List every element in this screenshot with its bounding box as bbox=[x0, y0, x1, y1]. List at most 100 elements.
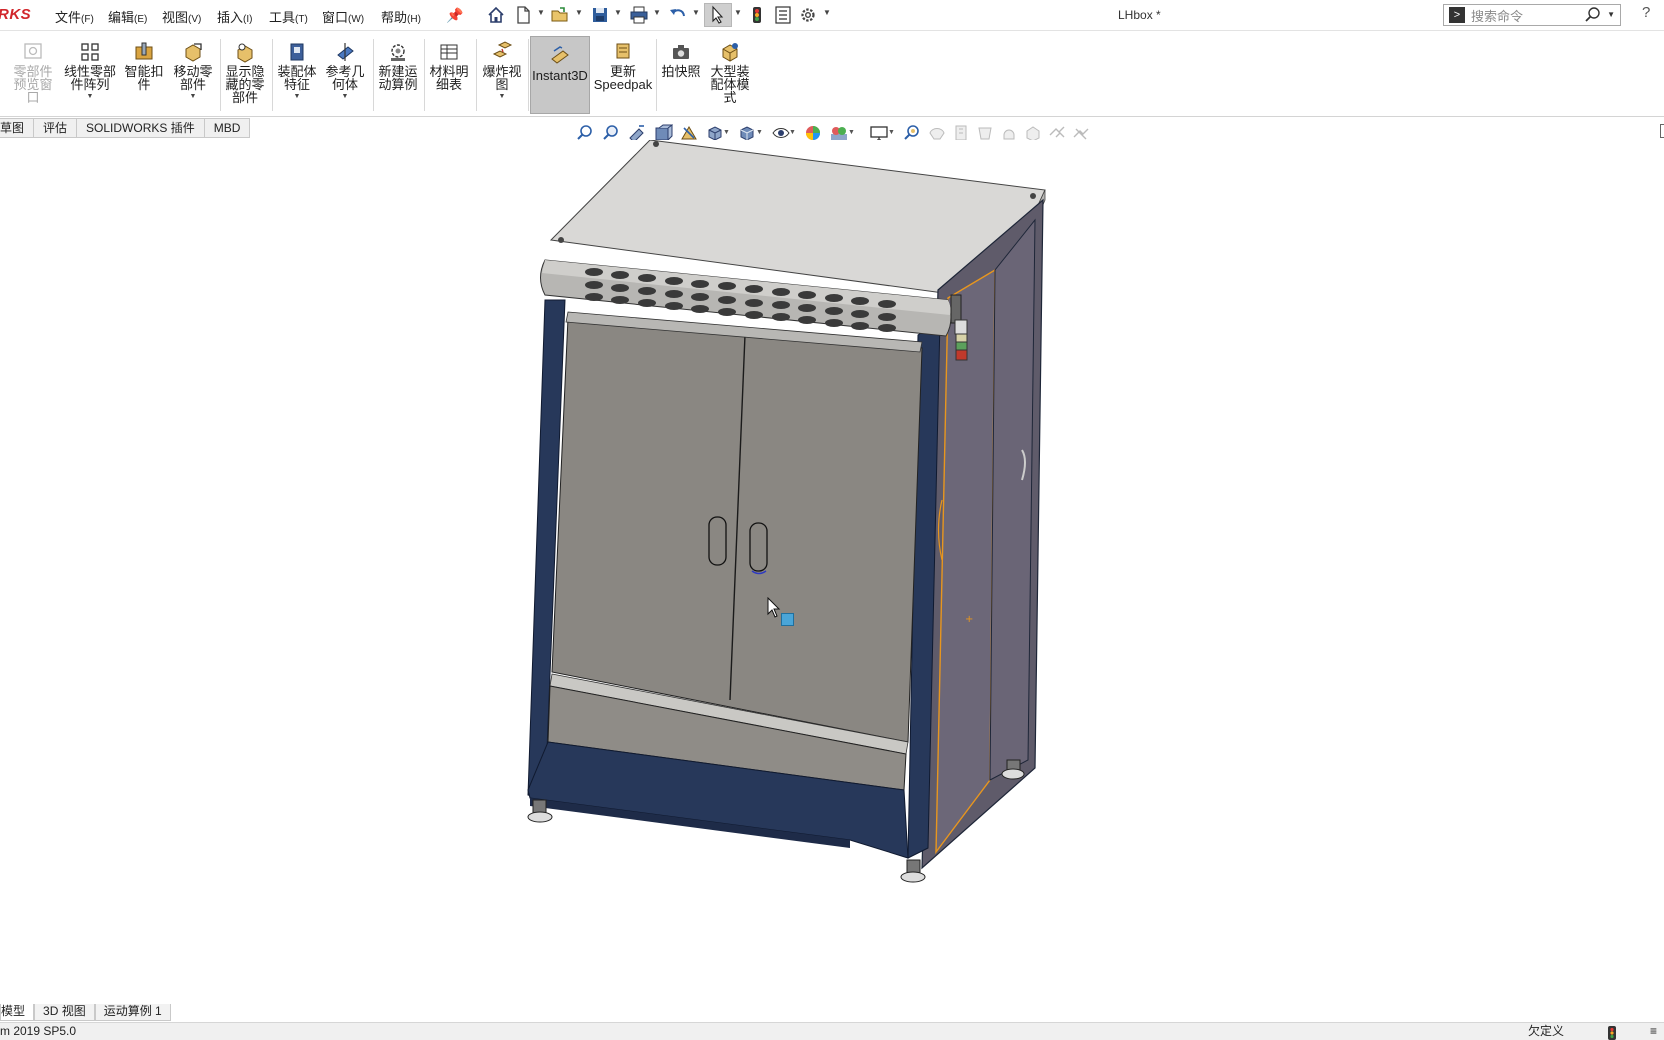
menu-edit[interactable]: 编辑(E) bbox=[108, 7, 147, 26]
linear-component-pattern-button[interactable]: 线性零部 件阵列 ▼ bbox=[62, 33, 118, 100]
document-title: LHbox * bbox=[1118, 8, 1161, 22]
linear-pattern-icon bbox=[81, 43, 99, 61]
snapshot-icon bbox=[673, 45, 689, 59]
component-preview-icon bbox=[24, 43, 42, 59]
svg-text:+: + bbox=[965, 614, 973, 625]
assembly-features-icon bbox=[290, 43, 304, 61]
command-search-type-icon[interactable]: > bbox=[1449, 7, 1465, 23]
instant3d-icon bbox=[551, 46, 569, 64]
reference-geometry-button[interactable]: 参考几 何体 ▼ bbox=[322, 33, 368, 100]
graphics-area[interactable]: + bbox=[0, 140, 1664, 1005]
display-style-dropdown-icon[interactable]: ▼ bbox=[756, 129, 763, 136]
hide-show-dropdown-icon[interactable]: ▼ bbox=[789, 129, 796, 136]
undo-icon[interactable] bbox=[667, 5, 689, 25]
speedpak-icon bbox=[616, 43, 630, 59]
ribbon-separator bbox=[476, 39, 477, 111]
status-bar: m 2019 SP5.0 欠定义 ≡ bbox=[0, 1022, 1664, 1040]
new-document-icon[interactable] bbox=[512, 5, 534, 25]
menu-help[interactable]: 帮助(H) bbox=[381, 7, 421, 26]
move-component-dropdown-icon[interactable]: ▼ bbox=[190, 93, 197, 100]
exploded-view-button[interactable]: 爆炸视 图 ▼ bbox=[478, 33, 526, 100]
selection-cursor-indicator bbox=[781, 613, 794, 626]
options-gear-icon[interactable] bbox=[797, 5, 819, 25]
bottom-tabs: 模型 3D 视图 运动算例 1 bbox=[0, 1004, 171, 1022]
component-preview-window-button[interactable]: 零部件 预览窗 口 bbox=[8, 33, 58, 104]
tab-evaluate[interactable]: 评估 bbox=[34, 118, 78, 138]
view-orientation-dropdown-icon[interactable]: ▼ bbox=[723, 129, 730, 136]
instant3d-button[interactable]: Instant3D bbox=[530, 36, 590, 114]
command-manager-ribbon: 零部件 预览窗 口 线性零部 件阵列 ▼ 智能扣 件 移动零 部件 ▼ 显示隐 … bbox=[0, 31, 1664, 117]
version-label: m 2019 SP5.0 bbox=[0, 1024, 77, 1038]
menu-bar: RKS 文件(F) 编辑(E) 视图(V) 插入(I) 工具(T) 窗口(W) … bbox=[0, 0, 1664, 31]
tab-solidworks-addins[interactable]: SOLIDWORKS 插件 bbox=[77, 118, 205, 138]
select-arrow-icon[interactable] bbox=[706, 5, 728, 25]
print-dropdown-icon[interactable]: ▼ bbox=[653, 8, 661, 17]
home-icon[interactable] bbox=[485, 5, 507, 25]
assembly-features-button[interactable]: 装配体 特征 ▼ bbox=[274, 33, 320, 100]
exploded-view-dropdown-icon[interactable]: ▼ bbox=[499, 93, 506, 100]
menu-window[interactable]: 窗口(W) bbox=[322, 7, 364, 26]
ribbon-separator bbox=[373, 39, 374, 111]
large-assembly-icon bbox=[722, 43, 738, 62]
smart-fasteners-button[interactable]: 智能扣 件 bbox=[122, 33, 166, 91]
right-door-handle bbox=[749, 522, 768, 572]
show-hidden-icon bbox=[237, 43, 253, 63]
rebuild-traffic-light-icon[interactable] bbox=[746, 5, 768, 25]
tab-3d-views[interactable]: 3D 视图 bbox=[34, 1004, 95, 1021]
tab-mbd[interactable]: MBD bbox=[204, 118, 251, 138]
assembly-features-dropdown-icon[interactable]: ▼ bbox=[294, 93, 301, 100]
search-dropdown-icon[interactable]: ▼ bbox=[1607, 10, 1615, 19]
exploded-view-icon bbox=[492, 41, 513, 58]
ribbon-separator bbox=[528, 39, 529, 111]
new-motion-study-button[interactable]: 新建运 动算例 bbox=[375, 33, 421, 91]
bill-of-materials-button[interactable]: 材料明 细表 bbox=[426, 33, 472, 91]
motion-study-icon bbox=[391, 44, 405, 61]
pin-icon[interactable]: 📌 bbox=[446, 7, 463, 24]
ribbon-separator bbox=[220, 39, 221, 111]
help-question-icon[interactable]: ? bbox=[1642, 4, 1650, 21]
reference-geometry-icon bbox=[337, 43, 354, 61]
menu-file[interactable]: 文件(F) bbox=[55, 7, 94, 26]
smart-fasteners-icon bbox=[135, 42, 153, 60]
ribbon-separator bbox=[272, 39, 273, 111]
search-commands-box[interactable]: > 搜索命令 ▼ bbox=[1443, 4, 1621, 26]
save-icon[interactable] bbox=[589, 5, 611, 25]
undo-dropdown-icon[interactable]: ▼ bbox=[692, 8, 700, 17]
print-icon[interactable] bbox=[628, 5, 650, 25]
move-component-button[interactable]: 移动零 部件 ▼ bbox=[170, 33, 216, 100]
ribbon-separator bbox=[424, 39, 425, 111]
linear-pattern-dropdown-icon[interactable]: ▼ bbox=[87, 93, 94, 100]
tab-motion-study-1[interactable]: 运动算例 1 bbox=[94, 1004, 171, 1021]
move-component-icon bbox=[185, 43, 202, 62]
menu-view[interactable]: 视图(V) bbox=[162, 7, 201, 26]
search-icon[interactable] bbox=[1584, 6, 1602, 27]
update-speedpak-button[interactable]: 更新 Speedpak bbox=[594, 33, 652, 91]
task-pane-toggle[interactable] bbox=[1660, 124, 1664, 138]
open-icon[interactable] bbox=[549, 5, 571, 25]
bom-icon bbox=[440, 44, 458, 60]
apply-scene-dropdown-icon[interactable]: ▼ bbox=[848, 129, 855, 136]
units-menu-icon[interactable]: ≡ bbox=[1650, 1023, 1657, 1040]
large-assembly-mode-button[interactable]: 大型装 配体模 式 bbox=[706, 33, 754, 104]
menu-insert[interactable]: 插入(I) bbox=[217, 7, 252, 26]
menu-tools[interactable]: 工具(T) bbox=[269, 7, 308, 26]
save-dropdown-icon[interactable]: ▼ bbox=[614, 8, 622, 17]
tab-sketch[interactable]: 草图 bbox=[0, 118, 35, 138]
file-properties-icon[interactable] bbox=[772, 5, 794, 25]
view-settings-dropdown-icon[interactable]: ▼ bbox=[888, 129, 895, 136]
definition-status: 欠定义 bbox=[1528, 1024, 1565, 1038]
show-hidden-components-button[interactable]: 显示隐 藏的零 部件 bbox=[222, 33, 268, 104]
select-dropdown-icon[interactable]: ▼ bbox=[734, 8, 742, 17]
rebuild-status-icon[interactable] bbox=[1607, 1026, 1617, 1040]
tab-model[interactable]: 模型 bbox=[0, 1004, 35, 1021]
reference-geometry-dropdown-icon[interactable]: ▼ bbox=[342, 93, 349, 100]
search-input[interactable]: 搜索命令 bbox=[1471, 6, 1523, 25]
ribbon-separator bbox=[656, 39, 657, 111]
cabinet-3d-model[interactable]: + bbox=[0, 140, 1664, 1005]
app-logo[interactable]: RKS bbox=[0, 6, 31, 23]
take-snapshot-button[interactable]: 拍快照 bbox=[658, 33, 704, 78]
options-dropdown-icon[interactable]: ▼ bbox=[823, 8, 831, 17]
new-dropdown-icon[interactable]: ▼ bbox=[537, 8, 545, 17]
command-manager-tabs: 草图 评估 SOLIDWORKS 插件 MBD bbox=[0, 118, 251, 138]
open-dropdown-icon[interactable]: ▼ bbox=[575, 8, 583, 17]
